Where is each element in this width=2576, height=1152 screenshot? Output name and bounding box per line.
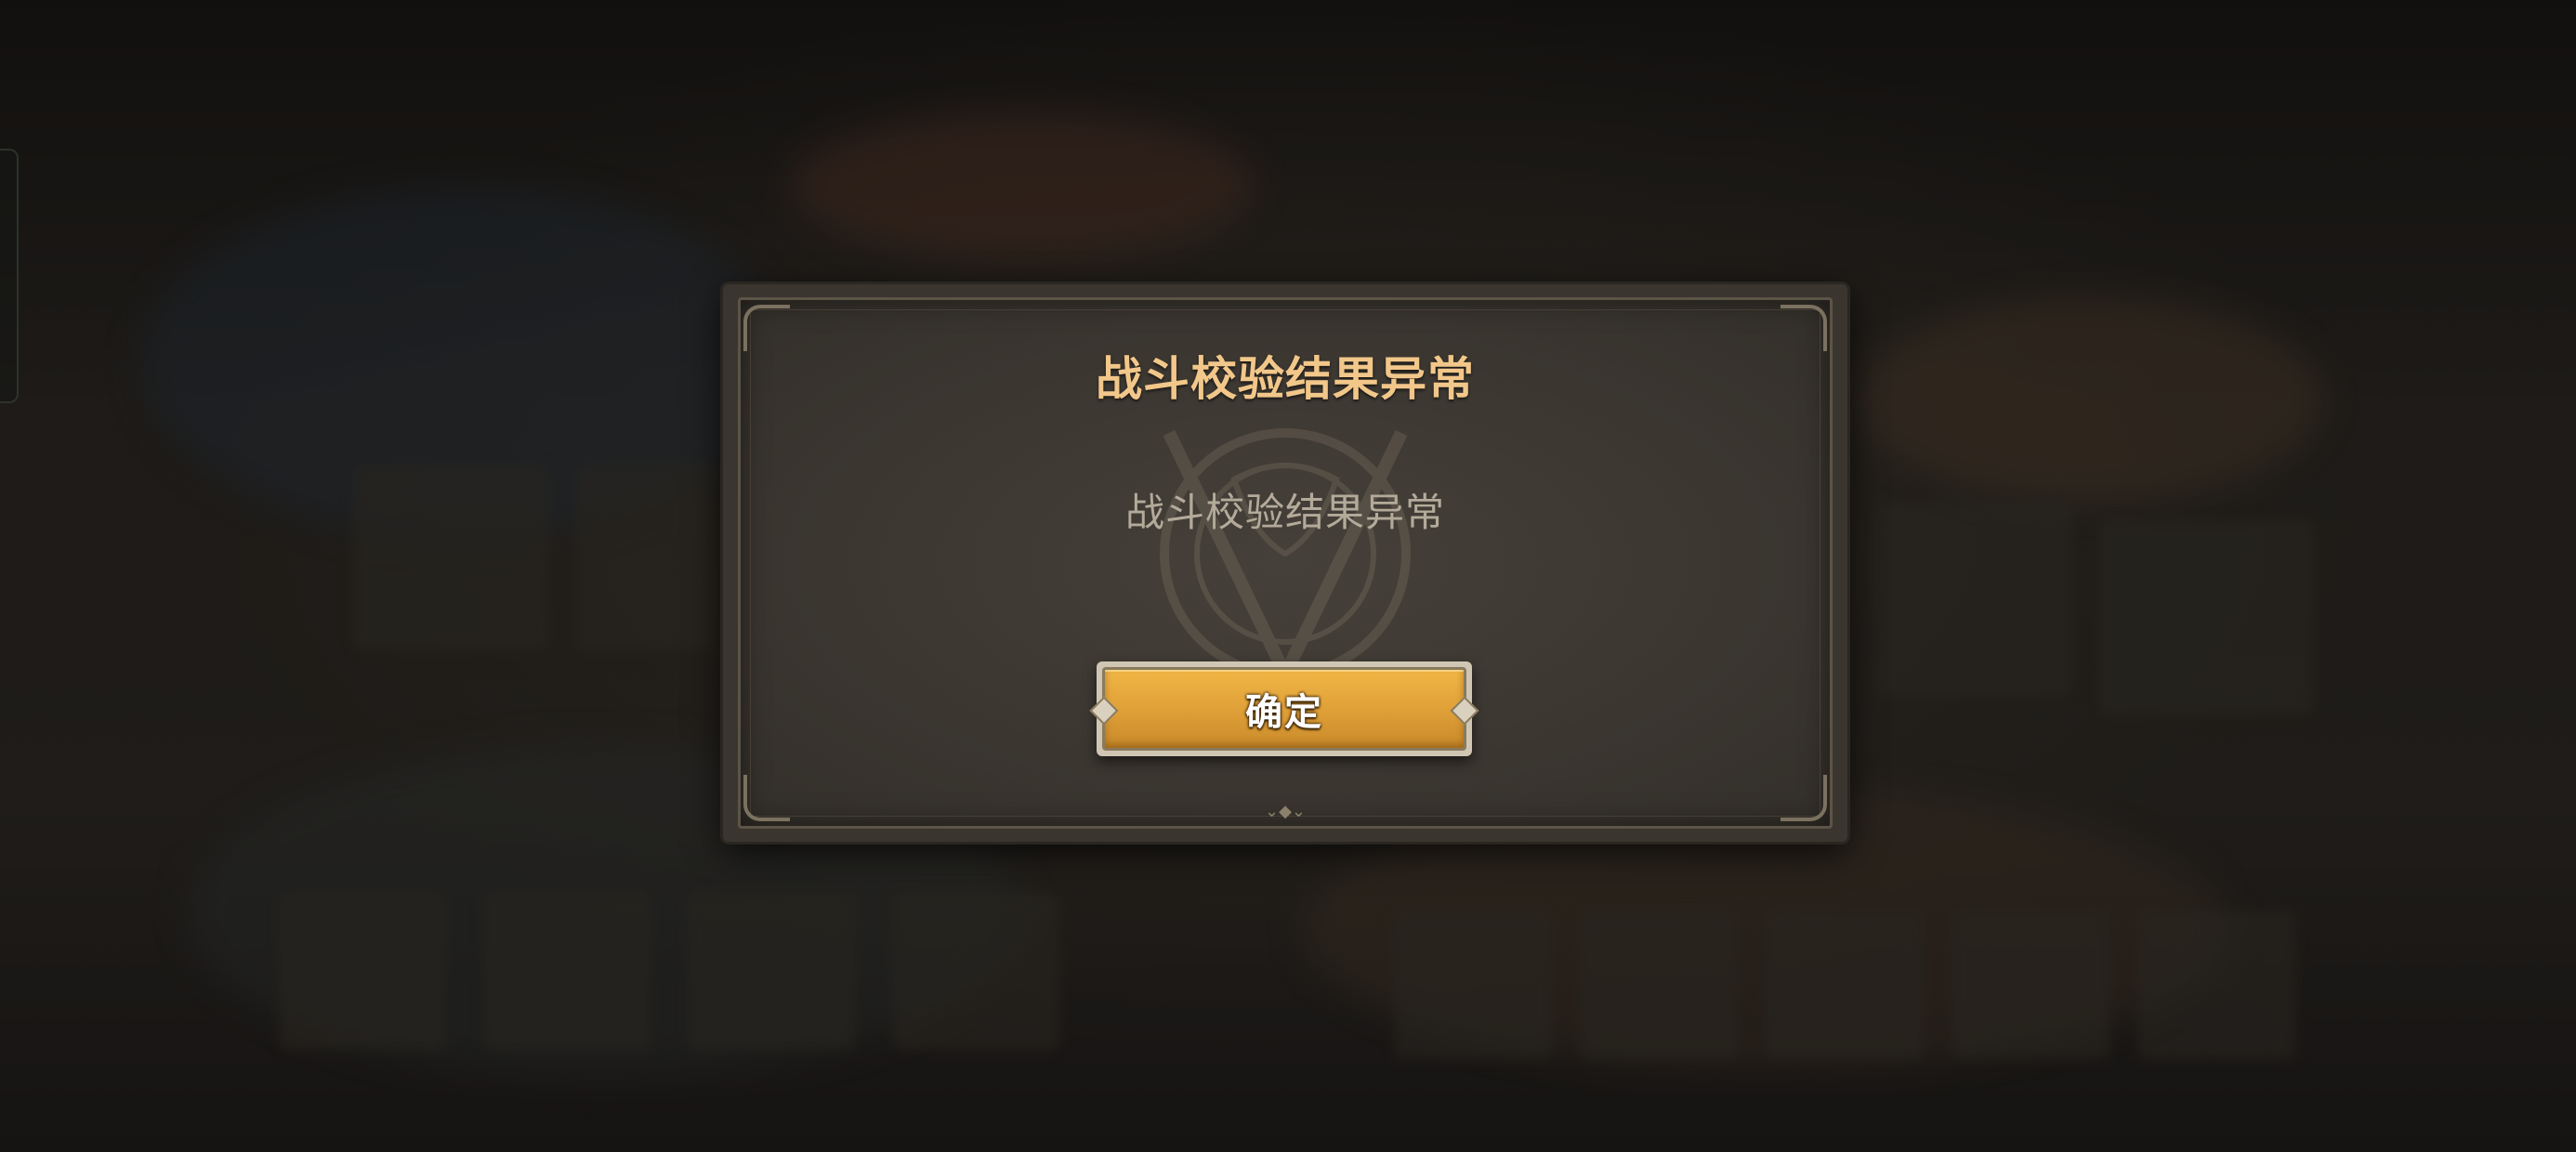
error-dialog: 战斗校验结果异常 战斗校验结果异常 确定 ⌄◆⌄ — [723, 284, 1847, 842]
side-panel-tab[interactable] — [0, 149, 19, 403]
corner-ornament-icon — [743, 775, 790, 821]
dialog-message: 战斗校验结果异常 — [1124, 490, 1445, 535]
confirm-button[interactable]: 确定 — [1089, 661, 1479, 756]
crest-emblem-icon — [1160, 428, 1411, 690]
dialog-title: 战斗校验结果异常 — [1096, 352, 1475, 406]
corner-ornament-icon — [1781, 775, 1827, 821]
confirm-button-face[interactable]: 确定 — [1089, 667, 1479, 751]
ornament-icon: ⌄◆⌄ — [1264, 802, 1306, 821]
confirm-button-label[interactable]: 确定 — [1105, 670, 1464, 748]
